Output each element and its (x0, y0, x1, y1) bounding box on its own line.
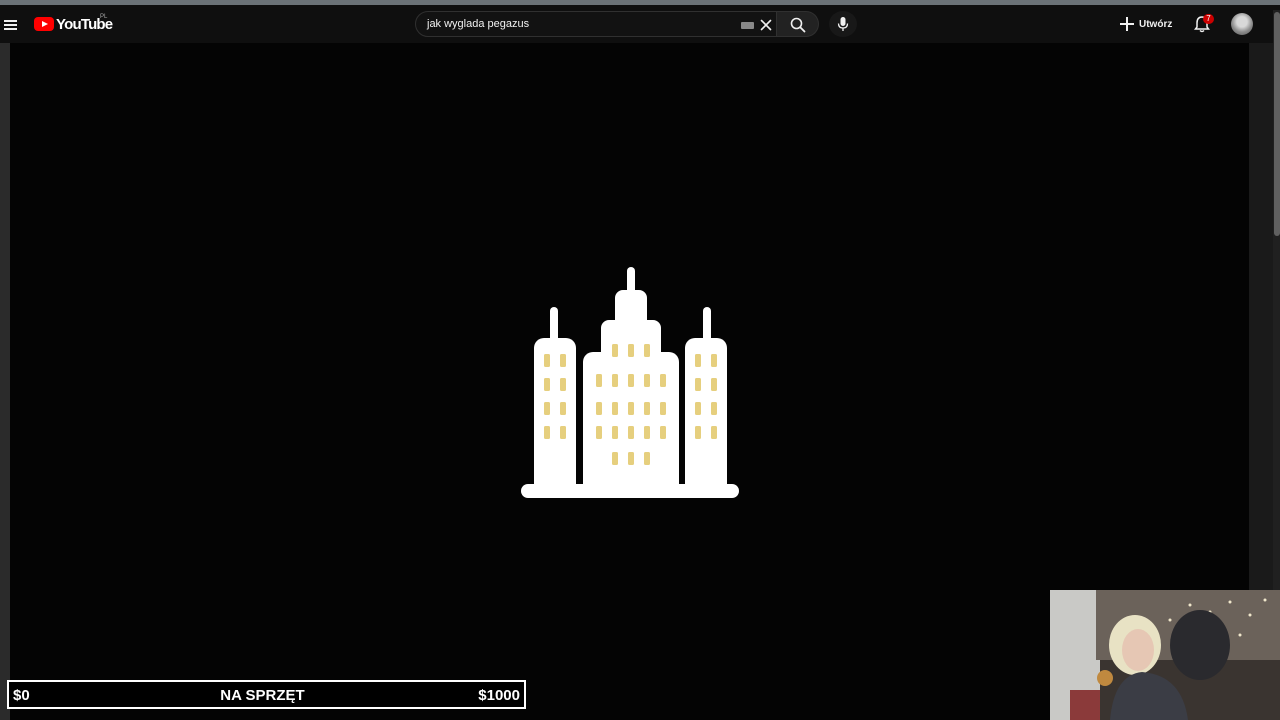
building-window (711, 426, 717, 439)
scrollbar-thumb[interactable] (1274, 12, 1280, 236)
building-window (612, 426, 618, 439)
building-window (596, 426, 602, 439)
building-window (612, 452, 618, 465)
building-window (660, 374, 666, 387)
city-buildings-icon (521, 267, 739, 498)
building-window (544, 378, 550, 391)
building-window (628, 374, 634, 387)
building-window (660, 426, 666, 439)
building-window (596, 402, 602, 415)
keyboard-icon[interactable] (741, 22, 754, 29)
menu-icon[interactable] (4, 13, 18, 35)
building-window (612, 374, 618, 387)
building-window (612, 344, 618, 357)
building-window (628, 344, 634, 357)
goal-max-value: $1000 (478, 687, 520, 704)
microphone-icon (837, 17, 849, 31)
building-window (644, 344, 650, 357)
search-icon (790, 17, 806, 33)
building-window (711, 402, 717, 415)
building-window (695, 426, 701, 439)
create-button[interactable]: Utwórz (1120, 13, 1172, 35)
building-window (560, 354, 566, 367)
building-window (711, 354, 717, 367)
voice-search-button[interactable] (829, 11, 857, 37)
building-window (628, 452, 634, 465)
create-label: Utwórz (1139, 18, 1173, 30)
building-window (596, 374, 602, 387)
building-window (644, 452, 650, 465)
plus-icon (1120, 17, 1134, 31)
search-button[interactable] (777, 11, 819, 37)
building-window (612, 402, 618, 415)
building-window (711, 378, 717, 391)
building-window (695, 402, 701, 415)
building-window (544, 354, 550, 367)
building-window (628, 402, 634, 415)
building-window (644, 402, 650, 415)
building-window (695, 378, 701, 391)
avatar[interactable] (1231, 13, 1253, 35)
building-window (660, 402, 666, 415)
close-icon[interactable] (758, 17, 774, 33)
building-window (560, 378, 566, 391)
search-input[interactable]: jak wyglada pegazus (415, 11, 777, 37)
webcam-feed (1050, 590, 1280, 720)
building-window (644, 426, 650, 439)
building-window (544, 402, 550, 415)
building-window (560, 402, 566, 415)
youtube-header: YouTube PL jak wyglada pegazus Utwórz 7 (0, 5, 1280, 43)
notification-count-badge: 7 (1203, 14, 1214, 24)
building-window (695, 354, 701, 367)
building-window (544, 426, 550, 439)
building-window (628, 426, 634, 439)
goal-label: NA SPRZĘT (220, 687, 305, 704)
youtube-play-icon (34, 17, 54, 31)
donation-goal-bar: $0 NA SPRZĘT $1000 (7, 680, 526, 709)
building-window (644, 374, 650, 387)
logo-country-code: PL (100, 14, 108, 20)
left-edge (0, 43, 10, 720)
search-query[interactable]: jak wyglada pegazus (427, 18, 529, 30)
building-window (560, 426, 566, 439)
